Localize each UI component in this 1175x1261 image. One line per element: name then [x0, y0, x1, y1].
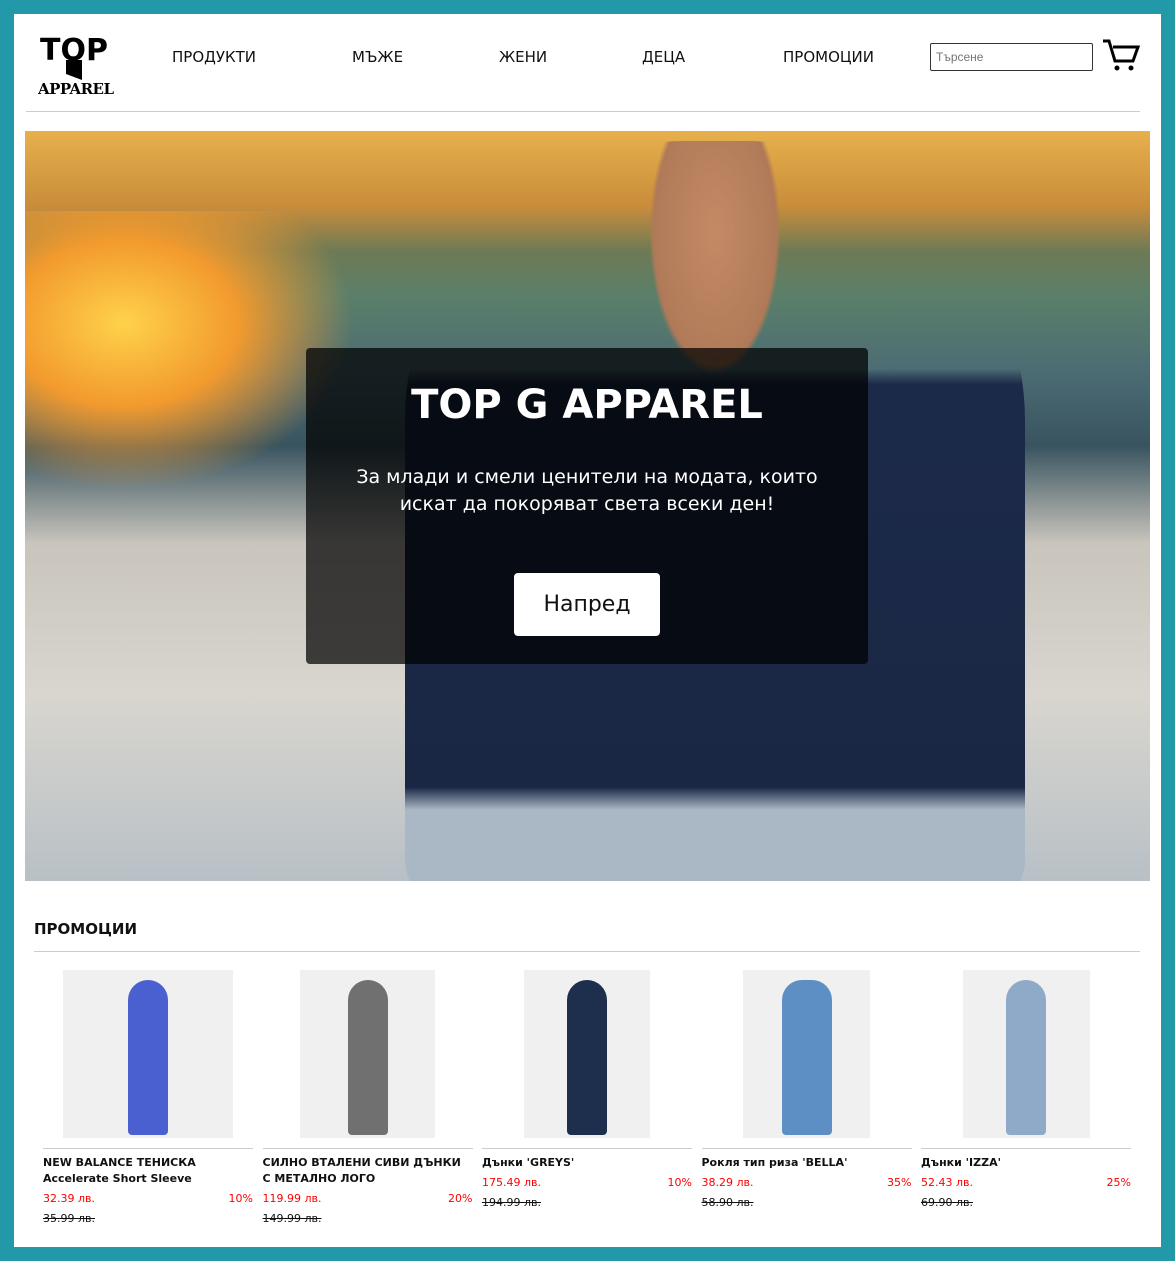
product-image[interactable]	[63, 970, 233, 1138]
hero-subtitle: За млади и смели ценители на модата, кои…	[306, 464, 868, 518]
hero-subtitle-line1: За млади и смели ценители на модата, кои…	[356, 466, 818, 488]
logo[interactable]: TOP APPAREL	[38, 30, 114, 98]
hero-subtitle-line2: искат да покоряват света всеки ден!	[399, 493, 775, 515]
product-name[interactable]: Дънки 'GREYS'	[482, 1155, 692, 1171]
nav-promotions[interactable]: ПРОМОЦИИ	[783, 48, 874, 66]
product-old-price: 149.99 лв.	[262, 1212, 322, 1225]
product-image[interactable]	[743, 970, 870, 1138]
header-divider	[26, 111, 1140, 112]
product-price: 175.49 лв.	[482, 1176, 541, 1189]
product-card[interactable]: Дънки 'GREYS' 175.49 лв. 10% 194.99 лв.	[482, 970, 692, 1209]
product-price: 119.99 лв.	[262, 1192, 322, 1205]
product-image[interactable]	[300, 970, 435, 1138]
product-divider	[43, 1148, 253, 1149]
product-old-price: 69.90 лв.	[921, 1196, 973, 1209]
product-price: 32.39 лв.	[43, 1192, 95, 1205]
product-image[interactable]	[524, 970, 650, 1138]
product-card[interactable]: Рокля тип риза 'BELLA' 38.29 лв. 35% 58.9…	[701, 970, 912, 1209]
nav-men[interactable]: МЪЖЕ	[352, 48, 403, 66]
product-name[interactable]: Дънки 'IZZA'	[921, 1155, 1131, 1171]
product-discount: 25%	[1106, 1176, 1131, 1189]
product-name[interactable]: Рокля тип риза 'BELLA'	[702, 1155, 912, 1171]
product-discount: 20%	[448, 1192, 473, 1205]
product-discount: 10%	[228, 1192, 253, 1205]
product-old-price: 194.99 лв.	[482, 1196, 541, 1209]
product-divider	[701, 1148, 912, 1149]
hero-banner: TOP G APPAREL За млади и смели ценители …	[25, 131, 1150, 881]
product-figure	[567, 980, 607, 1135]
search-input[interactable]	[930, 43, 1093, 71]
product-card[interactable]: Дънки 'IZZA' 52.43 лв. 25% 69.90 лв.	[921, 970, 1131, 1209]
hero-title: TOP G APPAREL	[411, 382, 763, 428]
product-figure	[128, 980, 168, 1135]
product-name[interactable]: СИЛНО ВТАЛЕНИ СИВИ ДЪНКИ С МЕТАЛНО ЛОГО	[263, 1155, 473, 1187]
product-old-price: 58.90 лв.	[701, 1196, 754, 1209]
product-image[interactable]	[962, 970, 1090, 1138]
product-divider	[921, 1148, 1131, 1149]
promotions-title: ПРОМОЦИИ	[34, 920, 138, 938]
product-figure	[347, 980, 388, 1135]
product-name[interactable]: NEW BALANCE ТЕНИСКА Accelerate Short Sle…	[43, 1155, 253, 1187]
nav-kids[interactable]: ДЕЦА	[642, 48, 685, 66]
page: TOP APPAREL ПРОДУКТИ МЪЖЕ ЖЕНИ ДЕЦА ПРОМ…	[14, 14, 1161, 1247]
product-divider	[262, 1148, 473, 1149]
svg-text:APPAREL: APPAREL	[38, 80, 114, 98]
product-card[interactable]: NEW BALANCE ТЕНИСКА Accelerate Short Sle…	[43, 970, 253, 1225]
product-figure	[1006, 980, 1046, 1135]
shopping-cart-icon[interactable]	[1102, 38, 1140, 72]
product-price: 38.29 лв.	[701, 1176, 754, 1189]
product-discount: 10%	[667, 1176, 692, 1189]
promotions-divider	[34, 951, 1140, 952]
header: TOP APPAREL ПРОДУКТИ МЪЖЕ ЖЕНИ ДЕЦА ПРОМ…	[14, 14, 1161, 112]
product-discount: 35%	[887, 1176, 912, 1189]
nav-products[interactable]: ПРОДУКТИ	[172, 48, 256, 66]
product-divider	[482, 1148, 692, 1149]
hero-overlay: TOP G APPAREL За млади и смели ценители …	[306, 348, 868, 664]
product-old-price: 35.99 лв.	[43, 1212, 95, 1225]
nav-women[interactable]: ЖЕНИ	[499, 48, 547, 66]
product-price: 52.43 лв.	[921, 1176, 973, 1189]
forward-button[interactable]: Напред	[514, 573, 660, 636]
product-figure	[781, 980, 832, 1135]
product-card[interactable]: СИЛНО ВТАЛЕНИ СИВИ ДЪНКИ С МЕТАЛНО ЛОГО …	[262, 970, 473, 1225]
